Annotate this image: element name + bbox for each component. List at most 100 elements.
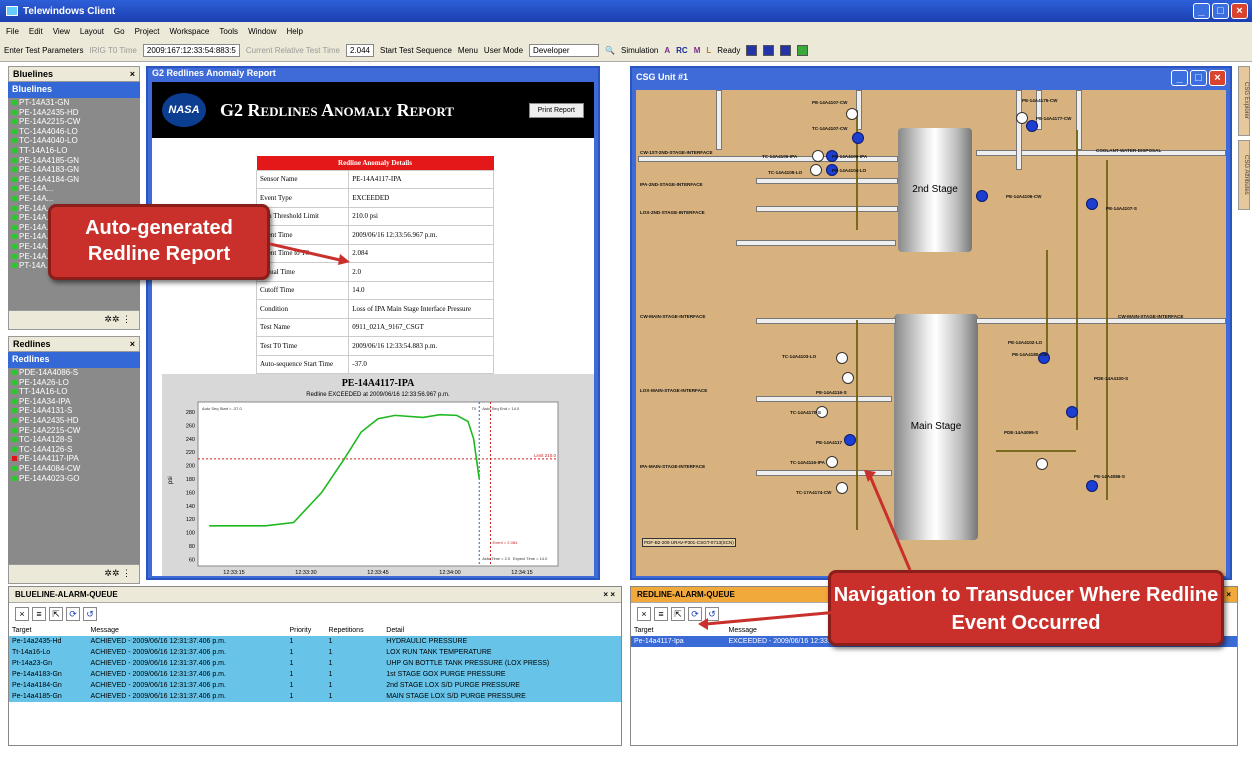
schematic-label[interactable]: CW-MAIN-STAGE-INTERFACE [1118, 314, 1183, 319]
tab-csg-attributes[interactable]: CSG Attributes [1238, 140, 1250, 210]
transducer-gauge-icon[interactable] [846, 108, 858, 120]
schematic-label[interactable]: PE-14A4175-CW [1022, 98, 1058, 103]
list-icon[interactable]: ≡ [654, 607, 668, 621]
transducer-gauge-icon[interactable] [1026, 120, 1038, 132]
close-icon[interactable]: × [130, 69, 135, 79]
schematic-label[interactable]: PE-14A4107-CW [812, 100, 848, 105]
layout-icon[interactable] [746, 45, 758, 56]
schematic-label[interactable]: PE-14A4102-LO [1008, 340, 1042, 345]
list-item[interactable]: TC-14A4128-S [8, 435, 140, 445]
transducer-gauge-icon[interactable] [852, 132, 864, 144]
table-row[interactable]: Pe-14a2435-Hd ACHIEVED - 2009/06/16 12:31… [9, 636, 621, 647]
minimize-button[interactable]: _ [1171, 70, 1188, 86]
list-item[interactable]: PE-14A4084-CW [8, 464, 140, 474]
menu-item-tools[interactable]: Tools [219, 27, 238, 36]
schematic-label[interactable]: LOX-MAIN-STAGE-INTERFACE [640, 388, 707, 393]
pin-icon[interactable]: ✲✲ ⋮ [104, 314, 131, 324]
schematic-label[interactable]: TC-17A4174-CW [796, 490, 831, 495]
undo-icon[interactable]: ↺ [83, 607, 97, 621]
close-button[interactable]: × [1231, 3, 1248, 19]
schematic-label[interactable]: COOLANT-WATER-DISPOSAL [1096, 148, 1161, 153]
list-item[interactable]: TC-14A4046-LO [8, 127, 140, 137]
menu-item-layout[interactable]: Layout [80, 27, 104, 36]
list-item[interactable]: TC-14A4040-LO [8, 136, 140, 146]
crtt-field[interactable]: 2.044 [345, 44, 374, 57]
list-item[interactable]: PE-14A... [8, 184, 140, 194]
stage2-tank[interactable]: 2nd Stage [898, 128, 972, 252]
menu-item-file[interactable]: File [6, 27, 19, 36]
layout-icon[interactable] [797, 45, 809, 56]
enter-test-params-button[interactable]: Enter Test Parameters [4, 46, 83, 55]
list-item[interactable]: PE-14A34-IPA [8, 397, 140, 407]
schematic-label[interactable]: PE-14A4177-CW [1036, 116, 1072, 121]
pin-icon[interactable]: ✲✲ ⋮ [104, 568, 131, 578]
column-header[interactable]: Repetitions [326, 625, 384, 636]
schematic-label[interactable]: PE-14A4104-LO [832, 168, 866, 173]
start-sequence-button[interactable]: Start Test Sequence [380, 46, 452, 55]
schematic-label[interactable]: CW-1ST-2ND-STAGE-INTERFACE [640, 150, 713, 155]
schematic-label[interactable]: TC-14A4103-LO [782, 354, 816, 359]
schematic-label[interactable]: TC-14A4105-LO [768, 170, 802, 175]
list-item[interactable]: PE-14A26-LO [8, 378, 140, 388]
irig-field[interactable]: 2009:167:12:33:54:883:5 [142, 44, 240, 57]
list-item[interactable]: PE-14A4131-S [8, 406, 140, 416]
column-header[interactable]: Message [88, 625, 287, 636]
schematic-label[interactable]: PE-14A4106-CW [1006, 194, 1042, 199]
transducer-gauge-icon[interactable] [1086, 198, 1098, 210]
layout-icon[interactable] [780, 45, 792, 56]
schematic-label[interactable]: TC-14A4170-S [790, 410, 821, 415]
maximize-button[interactable]: □ [1212, 3, 1229, 19]
layout-icon[interactable] [763, 45, 775, 56]
close-button[interactable]: × [1209, 70, 1226, 86]
transducer-gauge-icon[interactable] [836, 352, 848, 364]
list-item[interactable]: PT-14A31-GN [8, 98, 140, 108]
menu-item-window[interactable]: Window [248, 27, 276, 36]
list-item[interactable]: PE-14A... [8, 194, 140, 204]
menu-item-edit[interactable]: Edit [29, 27, 43, 36]
schematic-label[interactable]: PE-14A4116-S [816, 390, 847, 395]
list-item[interactable]: PE-14A4023-GO [8, 474, 140, 484]
schematic-label[interactable]: LOX-2ND-STAGE-INTERFACE [640, 210, 705, 215]
table-row[interactable]: Pe-14a4183-Gn ACHIEVED - 2009/06/16 12:31… [9, 669, 621, 680]
close-icon[interactable]: × × [603, 590, 615, 599]
list-item[interactable]: TC-14A4126-S [8, 445, 140, 455]
schematic-label[interactable]: CW-MAIN-STAGE-INTERFACE [640, 314, 705, 319]
schematic-label[interactable]: PDE-14A4099-S [1004, 430, 1038, 435]
transducer-gauge-icon[interactable] [836, 482, 848, 494]
transducer-gauge-icon[interactable] [826, 456, 838, 468]
schematic-label[interactable]: TC-14A4116-IPA [790, 460, 825, 465]
list-item[interactable]: PE-14A4117-IPA [8, 454, 140, 464]
column-header[interactable]: Priority [286, 625, 325, 636]
schematic-label[interactable]: PE-14A4106-IPA [832, 154, 867, 159]
sim-a-button[interactable]: A [664, 46, 670, 55]
transducer-gauge-icon[interactable] [844, 434, 856, 446]
column-header[interactable]: Detail [383, 625, 621, 636]
table-row[interactable]: Pe-14a4184-Gn ACHIEVED - 2009/06/16 12:31… [9, 680, 621, 691]
list-icon[interactable]: ≡ [32, 607, 46, 621]
schematic-label[interactable]: PE-14A4117 [816, 440, 842, 445]
export-icon[interactable]: ⇱ [671, 607, 685, 621]
list-item[interactable]: TT-14A16-LO [8, 146, 140, 156]
minimize-button[interactable]: _ [1193, 3, 1210, 19]
schematic-label[interactable]: PE-14A4086-S [1094, 474, 1125, 479]
maximize-button[interactable]: □ [1190, 70, 1207, 86]
table-row[interactable]: Pe-14a4185-Gn ACHIEVED - 2009/06/16 12:31… [9, 691, 621, 702]
tab-csg-explorer[interactable]: CSG Explorer [1238, 66, 1250, 136]
schematic-label[interactable]: TC-14A4106-IPA [762, 154, 797, 159]
sim-rc-button[interactable]: RC [676, 46, 688, 55]
export-icon[interactable]: ⇱ [49, 607, 63, 621]
list-item[interactable]: PE-14A4183-GN [8, 165, 140, 175]
menu-item-view[interactable]: View [53, 27, 70, 36]
table-row[interactable]: Tt-14a16-Lo ACHIEVED - 2009/06/16 12:31:3… [9, 647, 621, 658]
list-item[interactable]: PE-14A2215-CW [8, 426, 140, 436]
table-row[interactable]: Pt-14a23-Gn ACHIEVED - 2009/06/16 12:31:3… [9, 658, 621, 669]
transducer-gauge-icon[interactable] [842, 372, 854, 384]
menu-item-go[interactable]: Go [114, 27, 125, 36]
transducer-gauge-icon[interactable] [1036, 458, 1048, 470]
menu-item-project[interactable]: Project [135, 27, 160, 36]
refresh-icon[interactable]: ⟳ [66, 607, 80, 621]
transducer-gauge-icon[interactable] [810, 164, 822, 176]
transducer-gauge-icon[interactable] [1086, 480, 1098, 492]
zoom-in-icon[interactable]: 🔍 [605, 46, 615, 55]
menu-button[interactable]: Menu [458, 46, 478, 55]
